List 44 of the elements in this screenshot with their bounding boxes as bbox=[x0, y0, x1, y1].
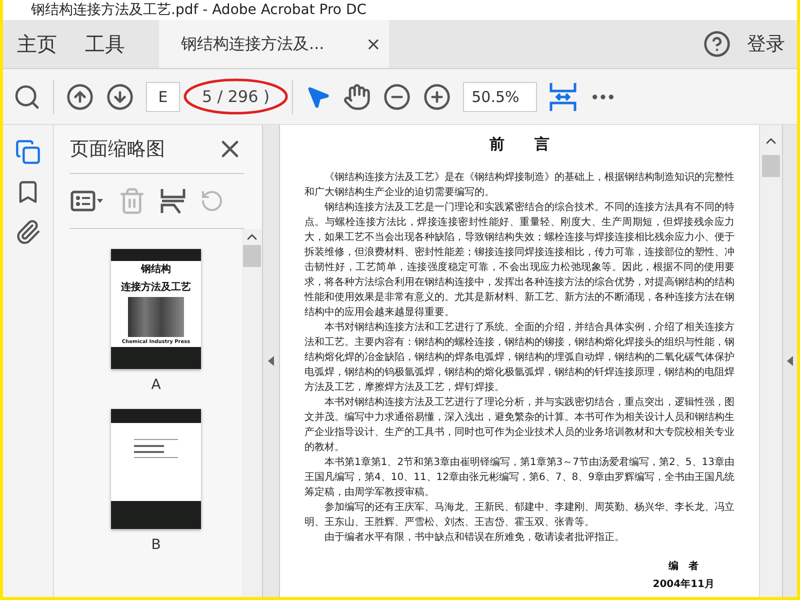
paragraph: 本书对钢结构连接方法及工艺进行了理论分析，并与实践密切结合，重点突出，逻辑性强，图文并茂。编写中力求通俗易懂，深入浅出，避免繁杂的计算。本书可作为相关设计人员和钢结构生产企业指导设计、生产的工具书，同时也可作为企业技术人员的业务培训教材和大专院校相关专业的教材。 bbox=[304, 396, 734, 455]
pages-icon[interactable] bbox=[15, 139, 41, 165]
page-count: 5 / 296 ) bbox=[201, 87, 271, 106]
paragraph: 本书第1章第1、2节和第3章由崔明铎编写，第1章第3～7节由汤爱君编写，第2、5、13章由王国凡编写，第4、10、11、12章由张元彬编写，第6、7、8、9章由罗辉编写，全书由王国凡统筹定稿，由周学军教授审稿。 bbox=[304, 456, 734, 500]
insert-page-icon[interactable] bbox=[160, 187, 186, 215]
scrollbar-thumb[interactable] bbox=[243, 245, 261, 267]
photo-placeholder bbox=[128, 297, 184, 337]
collapse-handle[interactable] bbox=[782, 125, 797, 597]
paragraph: 参加编写的还有王庆军、马海龙、王新民、郁建中、李建刚、周英勤、杨兴华、李长龙、冯立明、王东山、王胜辉、严雪松、刘杰、王吉岱、霍玉双、张青等。 bbox=[304, 500, 734, 530]
hand-icon[interactable] bbox=[342, 82, 371, 110]
paperclip-icon[interactable] bbox=[15, 219, 41, 245]
minus-circle-icon[interactable] bbox=[382, 82, 411, 110]
login-link[interactable]: 登录 bbox=[747, 20, 797, 68]
scrollbar[interactable] bbox=[242, 229, 262, 597]
paragraph: 钢结构连接方法及工艺是一门理论和实践紧密结合的综合技术。不同的连接方法具有不同的特点。与螺栓连接方法比，焊接连接密封性能好、重量轻、刚度大、生产周期短，但焊接残余应力大，如果工艺不当会出现各种缺陷，导致钢结构失效；螺栓连接与焊接连接相比残余应力小、便于拆装维修，但浪费材料、密封性能差；铆接连接同焊接连接相比，传力可靠，连接部位的塑性、冲击韧性好，工艺简单，连接强度稳定可靠，不会出现应力松弛现象等。因此，根据不同的使用要求，将各种方法综合利用在钢结构连接中，发挥出各种连接方法的综合优势，对提高钢结构的结构性能和使用效果是非常有意义的。尤其是新材料、新工艺、新方法的不断涌现，各种连接方法在钢结构中的应用会越来越显得重要。 bbox=[304, 200, 734, 320]
window-title: 钢结构连接方法及工艺.pdf - Adobe Acrobat Pro DC bbox=[31, 1, 367, 19]
plus-circle-icon[interactable] bbox=[422, 82, 451, 110]
nav-tab[interactable]: 工具 bbox=[71, 20, 139, 68]
date: 2004年11月 bbox=[652, 578, 714, 591]
paragraph: 由于编者水平有限，书中缺点和错误在所难免，敬请读者批评指正。 bbox=[324, 530, 626, 545]
page-label: A bbox=[151, 377, 161, 393]
document-tab[interactable]: 钢结构连接方法及... × bbox=[159, 20, 389, 68]
cover-title: 连接方法及工艺 bbox=[121, 282, 191, 294]
search-icon[interactable] bbox=[13, 82, 41, 110]
panel-title: 页面缩略图 bbox=[70, 137, 165, 162]
page-thumbnail[interactable] bbox=[111, 409, 201, 529]
close-tab-button[interactable]: × bbox=[366, 34, 381, 54]
paragraph: 本书对钢结构连接方法和工艺进行了系统、全面的介绍，并结合具体实例，介绍了相关连接方法和工艺。主要内容有：钢结构的螺栓连接，钢结构的铆接，钢结构熔化焊接头的组织与性能，钢结构熔化焊的冶金缺陷，钢结构的焊条电弧焊，钢结构的埋弧自动焊，钢结构的二氧化碳气体保护电弧焊，钢结构的钨极氩弧焊，钢结构的熔化极氩弧焊，钢结构的钎焊连接原理，钢结构的电阻焊方法及工艺，摩擦焊方法及工艺，焊钉焊接。 bbox=[304, 320, 734, 395]
fit-page-icon[interactable] bbox=[548, 80, 577, 112]
paragraph: 《钢结构连接方法及工艺》是在《钢结构焊接制造》的基础上，根据钢结构制造知识的完整性和广大钢结构生产企业的迫切需要编写的。 bbox=[304, 170, 734, 200]
arrow-up-circle-icon[interactable] bbox=[66, 82, 94, 110]
scrollbar-thumb[interactable] bbox=[762, 155, 780, 177]
collapse-handle[interactable] bbox=[262, 125, 280, 597]
signature: 编 者 bbox=[668, 560, 698, 573]
page-heading: 前 言 bbox=[488, 135, 550, 154]
document-tab-label: 钢结构连接方法及... bbox=[181, 34, 324, 54]
page-number-field[interactable]: E bbox=[146, 82, 180, 112]
list-options-icon[interactable] bbox=[70, 188, 104, 214]
arrow-down-circle-icon[interactable] bbox=[106, 82, 134, 110]
nav-tab[interactable]: 主页 bbox=[3, 20, 71, 68]
scrollbar[interactable] bbox=[759, 125, 782, 597]
zoom-field[interactable]: 50.5% bbox=[462, 82, 537, 112]
page-label: B bbox=[151, 537, 161, 553]
cover-title: 钢结构 bbox=[141, 264, 171, 276]
